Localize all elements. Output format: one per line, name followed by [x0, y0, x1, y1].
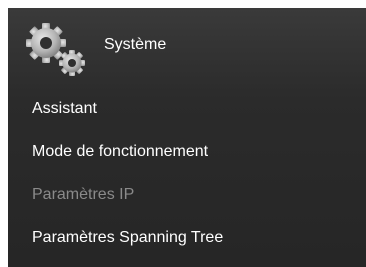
gears-icon — [22, 19, 92, 79]
menu-item-label: Paramètres IP — [32, 186, 135, 203]
section-title: Système — [104, 36, 167, 53]
menu-item-label: Mode de fonctionnement — [32, 143, 209, 160]
system-submenu: Assistant Mode de fonctionnement Paramèt… — [8, 88, 366, 260]
menu-item-assistant[interactable]: Assistant — [8, 88, 366, 131]
menu-item-label: Assistant — [32, 100, 97, 117]
section-header[interactable]: Système — [8, 8, 366, 88]
menu-item-ip-settings[interactable]: Paramètres IP — [8, 174, 366, 217]
menu-item-operating-mode[interactable]: Mode de fonctionnement — [8, 131, 366, 174]
menu-item-label: Paramètres Spanning Tree — [32, 229, 224, 246]
system-menu-panel: Système Assistant Mode de fonctionnement… — [8, 8, 366, 267]
menu-item-spanning-tree-settings[interactable]: Paramètres Spanning Tree — [8, 217, 366, 260]
